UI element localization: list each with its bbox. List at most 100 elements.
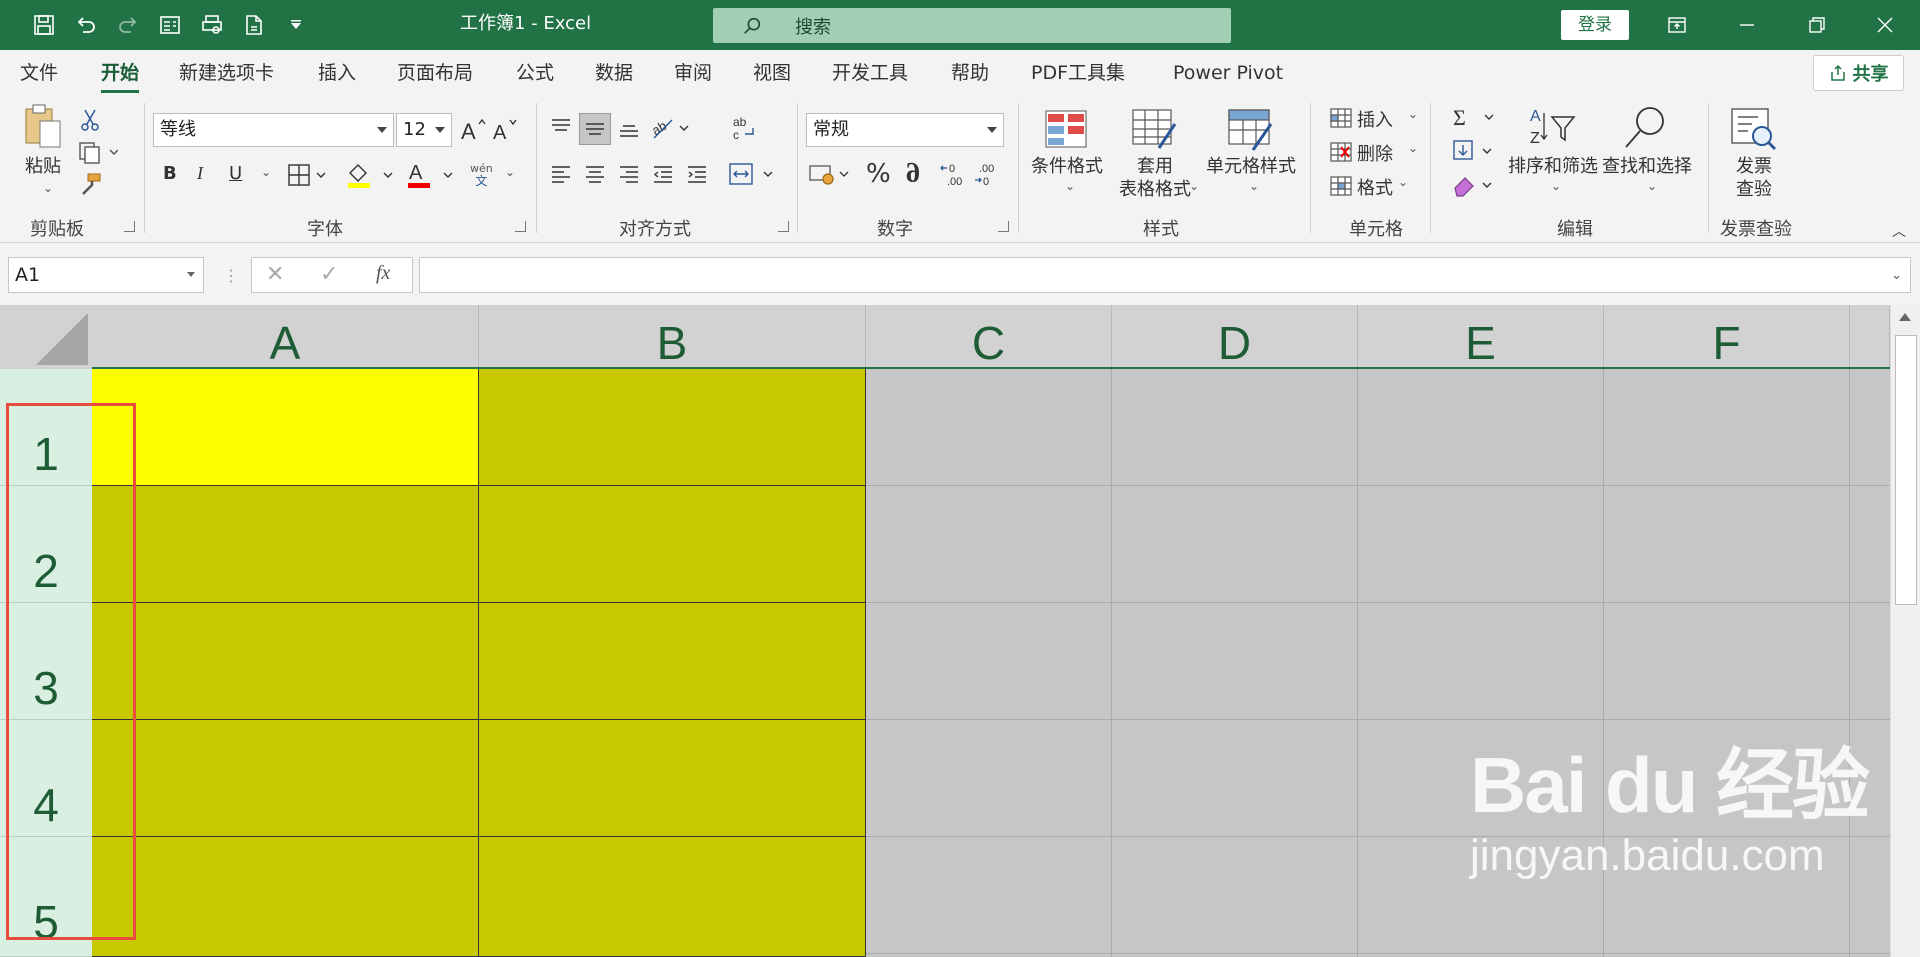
align-top-icon[interactable]	[546, 113, 576, 143]
delete-dropdown-icon[interactable]: ⌄	[1408, 141, 1418, 155]
tab-new-tab[interactable]: 新建选项卡	[179, 58, 274, 93]
formula-input[interactable]: ⌄	[419, 257, 1911, 293]
sort-filter-label[interactable]: 排序和筛选	[1506, 155, 1600, 178]
cell-b2[interactable]	[479, 486, 866, 603]
cancel-icon[interactable]: ✕	[266, 262, 284, 287]
cell-a5[interactable]	[92, 837, 479, 957]
accounting-format-icon[interactable]	[808, 159, 856, 189]
increase-decimal-icon[interactable]: 0.00	[938, 159, 970, 189]
align-middle-icon[interactable]	[579, 113, 611, 145]
save-icon[interactable]	[26, 7, 62, 43]
find-select-icon[interactable]	[1620, 103, 1670, 151]
column-header-c[interactable]: C	[866, 305, 1112, 369]
wrap-text-icon[interactable]: ab c	[728, 113, 758, 143]
cell-styles-label[interactable]: 单元格样式	[1202, 155, 1300, 178]
cell-a1[interactable]	[92, 369, 479, 486]
form-icon[interactable]	[152, 7, 188, 43]
cell-b3[interactable]	[479, 603, 866, 720]
login-button[interactable]: 登录	[1561, 10, 1629, 40]
tab-data[interactable]: 数据	[595, 58, 633, 93]
minimize-icon[interactable]	[1712, 0, 1782, 50]
conditional-dropdown-icon[interactable]: ⌄	[1065, 179, 1075, 193]
conditional-formatting-icon[interactable]	[1042, 107, 1090, 151]
sort-dropdown-icon[interactable]: ⌄	[1551, 179, 1561, 193]
undo-icon[interactable]	[68, 7, 104, 43]
vertical-scrollbar[interactable]	[1890, 305, 1920, 957]
expand-formula-icon[interactable]: ⌄	[1891, 268, 1902, 283]
tab-developer[interactable]: 开发工具	[832, 58, 908, 93]
sort-filter-icon[interactable]: AZ	[1528, 103, 1578, 151]
font-color-icon[interactable]: A	[404, 159, 458, 191]
collapse-ribbon-icon[interactable]: ︿	[1892, 221, 1906, 241]
increase-indent-icon[interactable]	[682, 159, 712, 189]
conditional-formatting-label[interactable]: 条件格式	[1030, 155, 1104, 178]
font-size-select[interactable]: 12	[396, 113, 452, 147]
delete-cells-icon[interactable]	[1328, 139, 1354, 165]
paste-icon[interactable]	[20, 103, 68, 151]
invoice-check-label-2[interactable]: 查验	[1724, 178, 1784, 201]
format-as-table-icon[interactable]	[1130, 107, 1180, 153]
fill-icon[interactable]	[1450, 137, 1498, 165]
enter-icon[interactable]: ✓	[320, 262, 338, 287]
name-box-dropdown-icon[interactable]	[187, 272, 195, 277]
insert-cells-label[interactable]: 插入	[1357, 106, 1393, 132]
document-icon[interactable]	[236, 7, 272, 43]
underline-dropdown-icon[interactable]: ⌄	[261, 165, 271, 179]
print-preview-icon[interactable]	[194, 7, 230, 43]
tab-insert[interactable]: 插入	[318, 58, 356, 93]
phonetic-guide-button[interactable]: wén 文	[470, 163, 493, 188]
font-name-select[interactable]: 等线	[153, 113, 394, 147]
italic-button[interactable]: I	[197, 163, 203, 184]
invoice-check-icon[interactable]	[1728, 105, 1780, 153]
tab-home[interactable]: 开始	[101, 58, 140, 93]
tab-page-layout[interactable]: 页面布局	[397, 58, 473, 93]
cell-a2[interactable]	[92, 486, 479, 603]
cell-styles-icon[interactable]	[1226, 107, 1276, 153]
column-header-b[interactable]: B	[479, 305, 866, 369]
tab-review[interactable]: 审阅	[674, 58, 712, 93]
phonetic-dropdown-icon[interactable]: ⌄	[505, 165, 515, 179]
align-left-icon[interactable]	[546, 159, 576, 189]
format-cells-icon[interactable]	[1328, 173, 1354, 199]
restore-icon[interactable]	[1782, 0, 1852, 50]
align-center-icon[interactable]	[580, 159, 610, 189]
tab-help[interactable]: 帮助	[951, 58, 989, 93]
format-as-table-label-2[interactable]: 表格格式	[1108, 178, 1202, 201]
align-bottom-icon[interactable]	[614, 113, 644, 143]
tab-power-pivot[interactable]: Power Pivot	[1173, 58, 1283, 93]
cell-b4[interactable]	[479, 720, 866, 837]
cell-styles-dropdown-icon[interactable]: ⌄	[1249, 179, 1259, 193]
insert-dropdown-icon[interactable]: ⌄	[1408, 107, 1418, 121]
share-button[interactable]: 共享	[1813, 55, 1904, 91]
fill-color-icon[interactable]	[344, 159, 398, 191]
percent-style-button[interactable]: %	[866, 159, 891, 189]
copy-icon[interactable]	[76, 139, 120, 165]
clear-icon[interactable]	[1450, 171, 1498, 199]
tab-pdf-tools[interactable]: PDF工具集	[1031, 58, 1125, 93]
cell-b1[interactable]	[479, 369, 866, 486]
insert-cells-icon[interactable]	[1328, 105, 1354, 131]
align-right-icon[interactable]	[614, 159, 644, 189]
cut-icon[interactable]	[76, 107, 104, 133]
format-painter-icon[interactable]	[76, 171, 104, 197]
cell-a3[interactable]	[92, 603, 479, 720]
column-header-a[interactable]: A	[92, 305, 479, 369]
paste-label[interactable]: 粘贴	[20, 155, 66, 178]
autosum-icon[interactable]: Σ	[1450, 103, 1498, 131]
redo-icon[interactable]	[110, 7, 146, 43]
comma-style-button[interactable]: 9	[906, 155, 920, 187]
close-icon[interactable]	[1850, 0, 1920, 50]
cell-a4[interactable]	[92, 720, 479, 837]
tab-file[interactable]: 文件	[20, 58, 58, 93]
borders-icon[interactable]	[286, 161, 330, 189]
tab-formulas[interactable]: 公式	[516, 58, 554, 93]
increase-font-size-icon[interactable]: A	[458, 113, 488, 145]
decrease-font-size-icon[interactable]: A	[490, 113, 520, 145]
format-as-table-label-1[interactable]: 套用	[1108, 155, 1202, 178]
number-launcher-icon[interactable]	[998, 221, 1009, 232]
column-header-f[interactable]: F	[1604, 305, 1850, 369]
invoice-check-label-1[interactable]: 发票	[1724, 155, 1784, 178]
clipboard-launcher-icon[interactable]	[124, 221, 135, 232]
alignment-launcher-icon[interactable]	[778, 221, 789, 232]
scroll-up-icon[interactable]	[1899, 313, 1911, 321]
